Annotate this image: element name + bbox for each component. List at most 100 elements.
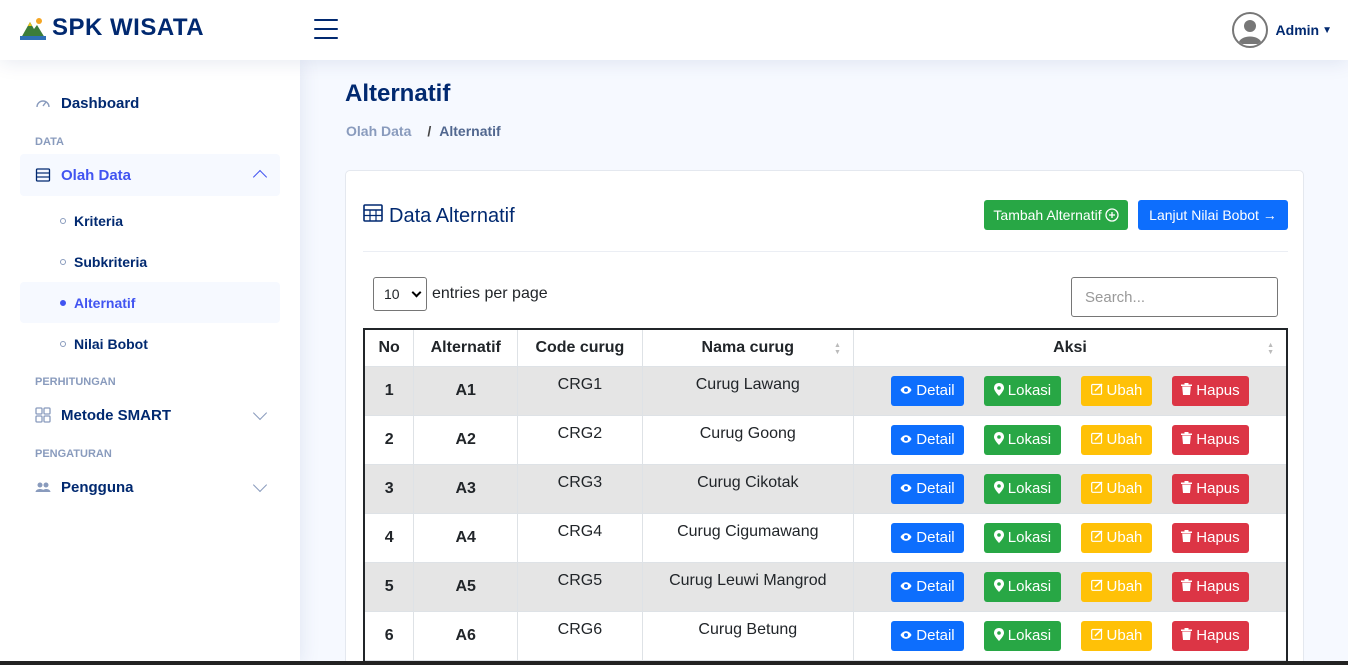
profile-dropdown[interactable]: Admin ▼ — [1231, 12, 1332, 48]
breadcrumb-current: Alternatif — [439, 123, 501, 139]
lokasi-button[interactable]: Lokasi — [983, 571, 1061, 602]
grid-icon — [35, 407, 51, 423]
trash-icon — [1181, 579, 1193, 594]
cell-alternatif: A4 — [413, 512, 519, 563]
lokasi-button[interactable]: Lokasi — [983, 424, 1061, 455]
breadcrumb-link[interactable]: Olah Data — [346, 123, 411, 139]
sidebar-subitem-kriteria[interactable]: Kriteria — [20, 200, 280, 241]
eye-icon — [900, 629, 912, 643]
map-pin-icon — [993, 529, 1004, 546]
sidebar-toggle-button[interactable] — [314, 19, 338, 39]
hapus-button[interactable]: Hapus — [1171, 424, 1249, 455]
cell-no: 1 — [363, 365, 415, 416]
table-row: 3 A3 CRG3 Curug Cikotak Detail Lokasi Ubah Hapu… — [363, 463, 1288, 514]
sidebar-item-label: Pengguna — [61, 478, 134, 496]
detail-button[interactable]: Detail — [890, 571, 964, 602]
next-nilai-bobot-button[interactable]: Lanjut Nilai Bobot → — [1138, 200, 1288, 230]
search-input[interactable]: Search... — [1071, 277, 1278, 317]
ubah-button[interactable]: Ubah — [1080, 522, 1152, 553]
detail-button[interactable]: Detail — [890, 620, 964, 651]
hapus-button[interactable]: Hapus — [1171, 571, 1249, 602]
sidebar: Dashboard DATA Olah Data Kriteria Subkri… — [0, 60, 300, 665]
hapus-button[interactable]: Hapus — [1171, 522, 1249, 553]
add-alternatif-button[interactable]: Tambah Alternatif — [984, 200, 1128, 230]
map-pin-icon — [993, 578, 1004, 595]
table-row: 5 A5 CRG5 Curug Leuwi Mangrod Detail Lokasi Ub… — [363, 561, 1288, 612]
sort-icon: ▲ ▼ — [1267, 342, 1274, 356]
sidebar-subitem-alternatif[interactable]: Alternatif — [20, 282, 280, 323]
eye-icon — [900, 482, 912, 496]
table-row: 1 A1 CRG1 Curug Lawang Detail Lokasi Ubah Hapus — [363, 365, 1288, 416]
cell-aksi: Detail Lokasi Ubah Hapus — [852, 463, 1288, 514]
nav-heading-pengaturan: PENGATURAN — [35, 448, 112, 460]
sort-icon: ▲ ▼ — [833, 342, 841, 356]
hapus-button[interactable]: Hapus — [1171, 375, 1249, 406]
chevron-up-icon — [252, 169, 268, 185]
detail-button[interactable]: Detail — [890, 473, 964, 504]
nav-heading-data: DATA — [35, 136, 64, 148]
logo[interactable]: SPK WISATA — [20, 14, 204, 42]
lokasi-button[interactable]: Lokasi — [983, 375, 1061, 406]
column-header-aksi[interactable]: Aksi ▲ ▼ — [852, 328, 1288, 367]
breadcrumb: Olah Data / Alternatif — [346, 123, 501, 139]
ubah-button[interactable]: Ubah — [1080, 620, 1152, 651]
cell-alternatif: A6 — [413, 610, 519, 661]
ubah-button[interactable]: Ubah — [1080, 571, 1152, 602]
sidebar-item-olah-data[interactable]: Olah Data — [20, 154, 280, 196]
map-pin-icon — [993, 627, 1004, 644]
table-row: 6 A6 CRG6 Curug Betung Detail Lokasi Ubah Hapus — [363, 610, 1288, 661]
column-header-code-curug[interactable]: Code curug — [517, 328, 643, 367]
entries-value: 10 — [384, 286, 400, 302]
plus-circle-icon — [1104, 208, 1119, 222]
sidebar-subitem-nilai-bobot[interactable]: Nilai Bobot — [20, 323, 280, 364]
detail-button[interactable]: Detail — [890, 375, 964, 406]
table-icon — [363, 204, 383, 228]
eye-icon — [900, 384, 912, 398]
entries-select[interactable]: 10 — [373, 277, 427, 311]
hapus-button[interactable]: Hapus — [1171, 473, 1249, 504]
column-header-no[interactable]: No — [363, 328, 415, 367]
lokasi-button[interactable]: Lokasi — [983, 473, 1061, 504]
entries-per-page: 10 entries per page — [373, 277, 548, 311]
sidebar-item-metode-smart[interactable]: Metode SMART — [20, 394, 280, 436]
ubah-button[interactable]: Ubah — [1080, 473, 1152, 504]
chevron-down-icon — [252, 405, 268, 421]
add-alternatif-label: Tambah Alternatif — [993, 207, 1102, 223]
circle-icon — [60, 299, 66, 306]
cell-nama-curug: Curug Lawang — [641, 365, 854, 416]
ubah-button[interactable]: Ubah — [1080, 424, 1152, 455]
cell-nama-curug: Curug Leuwi Mangrod — [641, 561, 854, 612]
detail-button[interactable]: Detail — [890, 424, 964, 455]
cell-alternatif: A1 — [413, 365, 519, 416]
sidebar-item-label: Olah Data — [61, 166, 132, 184]
top-header: SPK WISATA Admin ▼ — [0, 0, 1348, 60]
people-icon — [35, 479, 51, 495]
ubah-button[interactable]: Ubah — [1080, 375, 1152, 406]
detail-button[interactable]: Detail — [890, 522, 964, 553]
row-actions: Detail Lokasi Ubah Hapus — [854, 424, 1286, 455]
cell-aksi: Detail Lokasi Ubah Hapus — [852, 610, 1288, 661]
hapus-button[interactable]: Hapus — [1171, 620, 1249, 651]
cell-aksi: Detail Lokasi Ubah Hapus — [852, 365, 1288, 416]
map-pin-icon — [993, 480, 1004, 497]
sidebar-subitem-subkriteria[interactable]: Subkriteria — [20, 241, 280, 282]
mountain-logo-icon — [20, 16, 46, 40]
list-icon — [35, 167, 51, 183]
sidebar-subitem-label: Subkriteria — [74, 253, 148, 270]
avatar — [1231, 12, 1268, 48]
cell-nama-curug: Curug Cigumawang — [641, 512, 854, 563]
column-header-alternatif[interactable]: Alternatif — [413, 328, 519, 367]
eye-icon — [900, 531, 912, 545]
hamburger-icon — [314, 19, 338, 21]
sidebar-item-pengguna[interactable]: Pengguna — [20, 466, 280, 508]
cell-code-curug: CRG4 — [517, 512, 643, 563]
bottom-border — [0, 661, 1348, 665]
cell-alternatif: A2 — [413, 414, 519, 465]
cell-nama-curug: Curug Cikotak — [641, 463, 854, 514]
lokasi-button[interactable]: Lokasi — [983, 620, 1061, 651]
column-header-nama-curug[interactable]: Nama curug ▲ ▼ — [641, 328, 854, 367]
row-actions: Detail Lokasi Ubah Hapus — [854, 620, 1286, 651]
chevron-down-icon — [411, 287, 422, 298]
lokasi-button[interactable]: Lokasi — [983, 522, 1061, 553]
sidebar-item-dashboard[interactable]: Dashboard — [20, 82, 280, 124]
